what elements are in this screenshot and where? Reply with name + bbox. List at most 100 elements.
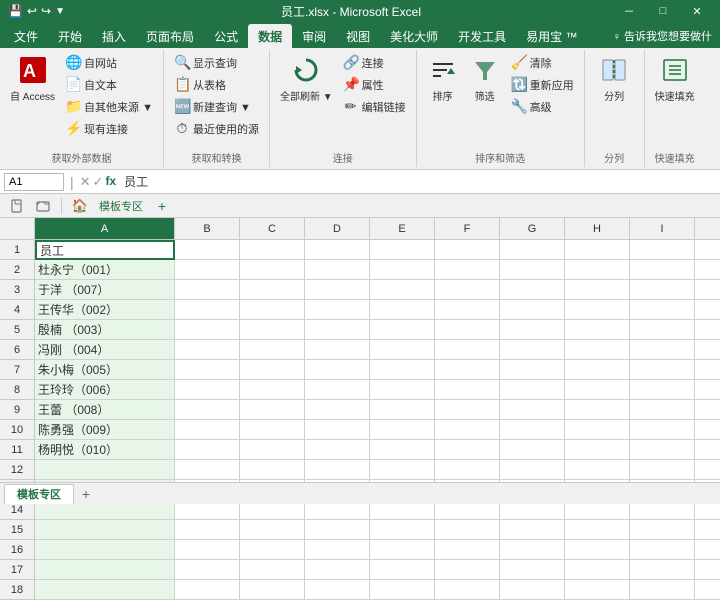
row-header[interactable]: 4	[0, 300, 35, 320]
cell-f8[interactable]	[435, 380, 500, 400]
col-header-g[interactable]: G	[500, 218, 565, 240]
cell-d10[interactable]	[305, 420, 370, 440]
recent-sources-btn[interactable]: ⏱ 最近使用的源	[170, 118, 263, 139]
confirm-formula-icon[interactable]: ✓	[93, 174, 104, 190]
cell-h18[interactable]	[565, 580, 630, 600]
cell-j5[interactable]	[695, 320, 720, 340]
cell-i1[interactable]	[630, 240, 695, 260]
cell-e1[interactable]	[370, 240, 435, 260]
other-sources-btn[interactable]: 📁 自其他来源 ▼	[61, 96, 157, 117]
cell-b4[interactable]	[175, 300, 240, 320]
cell-h10[interactable]	[565, 420, 630, 440]
cell-g3[interactable]	[500, 280, 565, 300]
cancel-formula-icon[interactable]: ✕	[80, 174, 91, 190]
cell-e10[interactable]	[370, 420, 435, 440]
cell-f18[interactable]	[435, 580, 500, 600]
refresh-all-btn[interactable]: 全部刷新 ▼	[276, 52, 337, 108]
web-btn[interactable]: 🌐 自网站	[61, 52, 157, 73]
cell-d6[interactable]	[305, 340, 370, 360]
cell-j1[interactable]	[695, 240, 720, 260]
cell-a17[interactable]	[35, 560, 175, 580]
cell-f2[interactable]	[435, 260, 500, 280]
tab-start[interactable]: 开始	[48, 24, 92, 48]
col-header-i[interactable]: I	[630, 218, 695, 240]
cell-b7[interactable]	[175, 360, 240, 380]
cell-e5[interactable]	[370, 320, 435, 340]
cell-h9[interactable]	[565, 400, 630, 420]
cell-i18[interactable]	[630, 580, 695, 600]
cell-f3[interactable]	[435, 280, 500, 300]
cell-i7[interactable]	[630, 360, 695, 380]
cell-g15[interactable]	[500, 520, 565, 540]
cell-g17[interactable]	[500, 560, 565, 580]
cell-f15[interactable]	[435, 520, 500, 540]
cell-e4[interactable]	[370, 300, 435, 320]
cell-b16[interactable]	[175, 540, 240, 560]
cell-i12[interactable]	[630, 460, 695, 480]
sort-btn[interactable]: 排序	[423, 52, 463, 108]
col-header-e[interactable]: E	[370, 218, 435, 240]
existing-conn-btn[interactable]: ⚡ 现有连接	[61, 118, 157, 139]
cell-i9[interactable]	[630, 400, 695, 420]
cell-c1[interactable]	[240, 240, 305, 260]
cell-c18[interactable]	[240, 580, 305, 600]
cell-i10[interactable]	[630, 420, 695, 440]
row-header[interactable]: 8	[0, 380, 35, 400]
cell-f4[interactable]	[435, 300, 500, 320]
cell-c10[interactable]	[240, 420, 305, 440]
new-file-btn[interactable]	[6, 196, 28, 216]
cell-b11[interactable]	[175, 440, 240, 460]
cell-b2[interactable]	[175, 260, 240, 280]
cell-g4[interactable]	[500, 300, 565, 320]
cell-i3[interactable]	[630, 280, 695, 300]
cell-d3[interactable]	[305, 280, 370, 300]
cell-d12[interactable]	[305, 460, 370, 480]
close-btn[interactable]: ✕	[682, 0, 712, 22]
cell-h5[interactable]	[565, 320, 630, 340]
cell-c8[interactable]	[240, 380, 305, 400]
cell-g6[interactable]	[500, 340, 565, 360]
reapply-btn[interactable]: 🔃 重新应用	[507, 74, 578, 95]
tab-beauty[interactable]: 美化大师	[380, 24, 448, 48]
cell-d2[interactable]	[305, 260, 370, 280]
redo-btn[interactable]: ↪	[41, 4, 51, 18]
cell-a12[interactable]	[35, 460, 175, 480]
cell-c11[interactable]	[240, 440, 305, 460]
cell-h6[interactable]	[565, 340, 630, 360]
filter-btn[interactable]: 筛选	[465, 52, 505, 108]
add-sheet-btn[interactable]: +	[76, 484, 96, 504]
cell-c4[interactable]	[240, 300, 305, 320]
row-header[interactable]: 16	[0, 540, 35, 560]
cell-g16[interactable]	[500, 540, 565, 560]
cell-h7[interactable]	[565, 360, 630, 380]
cell-a6[interactable]: 冯刚 （004）	[35, 340, 175, 360]
cell-d11[interactable]	[305, 440, 370, 460]
formula-input[interactable]: 员工	[120, 173, 716, 190]
cell-g12[interactable]	[500, 460, 565, 480]
minimize-btn[interactable]: －	[614, 0, 644, 22]
cell-b9[interactable]	[175, 400, 240, 420]
name-box[interactable]: A1	[4, 173, 64, 191]
cell-a2[interactable]: 杜永宁（001）	[35, 260, 175, 280]
cell-a9[interactable]: 王蕾 （008）	[35, 400, 175, 420]
corner-cell[interactable]	[0, 218, 35, 240]
cell-d8[interactable]	[305, 380, 370, 400]
cell-e8[interactable]	[370, 380, 435, 400]
cell-a10[interactable]: 陈勇强（009）	[35, 420, 175, 440]
cell-e17[interactable]	[370, 560, 435, 580]
cell-j4[interactable]	[695, 300, 720, 320]
tab-data[interactable]: 数据	[248, 24, 292, 48]
cell-f11[interactable]	[435, 440, 500, 460]
cell-c15[interactable]	[240, 520, 305, 540]
cell-j12[interactable]	[695, 460, 720, 480]
cell-g7[interactable]	[500, 360, 565, 380]
cell-a1[interactable]: 员工	[35, 240, 175, 260]
cell-h16[interactable]	[565, 540, 630, 560]
advanced-btn[interactable]: 🔧 高级	[507, 96, 578, 117]
cell-c17[interactable]	[240, 560, 305, 580]
cell-i4[interactable]	[630, 300, 695, 320]
cell-h17[interactable]	[565, 560, 630, 580]
cell-e6[interactable]	[370, 340, 435, 360]
cell-h11[interactable]	[565, 440, 630, 460]
cell-i2[interactable]	[630, 260, 695, 280]
